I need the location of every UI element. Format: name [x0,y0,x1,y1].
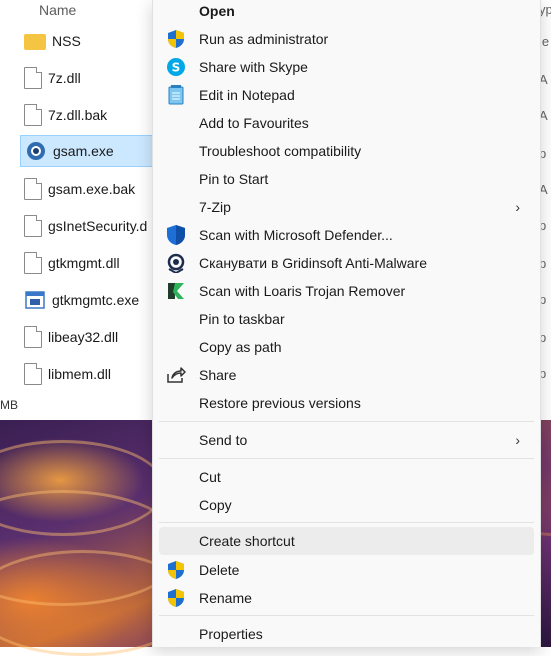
menu-item-7zip[interactable]: 7-Zip › [159,193,534,221]
folder-icon [24,34,46,50]
context-menu: Open Run as administrator S Share with S… [152,0,541,647]
file-row[interactable]: gsInetSecurity.d [20,210,160,242]
menu-separator [159,522,534,523]
menu-item-label: Pin to taskbar [199,311,285,327]
file-name: NSS [52,33,81,49]
menu-item-open[interactable]: Open [159,0,534,25]
file-name: gtkmgmt.dll [48,255,120,271]
menu-item-delete[interactable]: Delete [159,556,534,584]
file-row[interactable]: libmem.dll [20,358,160,390]
svg-text:S: S [172,61,181,75]
chevron-right-icon: › [515,199,520,215]
menu-item-label: Send to [199,432,248,448]
file-name: gsam.exe [53,143,114,159]
file-dll-icon [24,252,42,274]
menu-item-troubleshoot-compatibility[interactable]: Troubleshoot compatibility [159,137,534,165]
menu-item-add-to-favourites[interactable]: Add to Favourites [159,109,534,137]
menu-item-label: Open [199,3,235,19]
menu-item-label: Pin to Start [199,171,269,187]
file-row[interactable]: gtkmgmt.dll [20,247,160,279]
menu-item-label: Edit in Notepad [199,87,295,103]
share-icon [165,364,187,386]
menu-item-send-to[interactable]: Send to › [159,426,534,454]
uac-shield-icon [165,28,187,50]
menu-item-cut[interactable]: Cut [159,463,534,491]
status-selected-size: MB [0,398,18,412]
menu-item-label: Add to Favourites [199,115,309,131]
file-name: 7z.dll.bak [48,107,108,123]
menu-item-scan-gridinsoft[interactable]: Сканувати в Gridinsoft Anti-Malware [159,249,534,277]
menu-item-scan-loaris[interactable]: Scan with Loaris Trojan Remover [159,277,534,305]
menu-item-label: Cut [199,469,221,485]
menu-item-share-with-skype[interactable]: S Share with Skype [159,53,534,81]
gridinsoft-icon [165,252,187,274]
menu-item-label: Scan with Microsoft Defender... [199,227,393,243]
menu-item-label: Share [199,367,237,383]
menu-item-label: Scan with Loaris Trojan Remover [199,283,406,299]
menu-item-copy[interactable]: Copy [159,491,534,519]
menu-separator [159,421,534,422]
menu-item-label: Copy as path [199,339,282,355]
menu-item-label: Сканувати в Gridinsoft Anti-Malware [199,255,427,271]
file-row[interactable]: gsam.exe.bak [20,173,160,205]
chevron-right-icon: › [515,432,520,448]
file-name: gtkmgmtc.exe [52,292,140,308]
column-header-name[interactable]: Name [39,2,76,18]
menu-item-run-as-administrator[interactable]: Run as administrator [159,25,534,53]
menu-item-label: Troubleshoot compatibility [199,143,362,159]
menu-item-rename[interactable]: Rename [159,584,534,612]
menu-item-pin-to-taskbar[interactable]: Pin to taskbar [159,305,534,333]
menu-item-edit-in-notepad[interactable]: Edit in Notepad [159,81,534,109]
file-row[interactable]: 7z.dll [20,62,160,94]
menu-item-label: Properties [199,626,263,642]
file-row[interactable]: gtkmgmtc.exe [20,284,160,316]
file-row[interactable]: NSS [20,25,160,57]
menu-item-label: Copy [199,497,232,513]
file-name: gsInetSecurity.d [48,218,148,234]
menu-item-label: Share with Skype [199,59,308,75]
file-row[interactable]: libeay32.dll [20,321,160,353]
menu-separator [159,458,534,459]
file-name: gsam.exe.bak [48,181,136,197]
file-icon [24,104,42,126]
file-dll-icon [24,326,42,348]
menu-item-label: Create shortcut [199,533,295,549]
menu-item-scan-with-defender[interactable]: Scan with Microsoft Defender... [159,221,534,249]
file-name: 7z.dll [48,70,81,86]
menu-item-properties[interactable]: Properties [159,620,534,648]
menu-item-restore-previous-versions[interactable]: Restore previous versions [159,389,534,417]
file-dll-icon [24,363,42,385]
file-row-selected[interactable]: gsam.exe [20,135,154,167]
menu-item-share[interactable]: Share [159,361,534,389]
menu-item-label: Delete [199,562,240,578]
menu-item-label: Restore previous versions [199,395,361,411]
menu-separator [159,615,534,616]
menu-item-create-shortcut[interactable]: Create shortcut [159,527,534,555]
uac-shield-icon [165,559,187,581]
skype-icon: S [165,56,187,78]
file-name: libeay32.dll [48,329,119,345]
menu-item-copy-as-path[interactable]: Copy as path [159,333,534,361]
file-row[interactable]: 7z.dll.bak [20,99,160,131]
defender-icon [165,224,187,246]
file-name: libmem.dll [48,366,112,382]
notepad-icon [165,84,187,106]
menu-item-label: Rename [199,590,252,606]
gsam-app-icon [25,140,47,162]
app-window-icon [24,289,46,311]
file-icon [24,178,42,200]
loaris-icon [165,280,187,302]
menu-item-pin-to-start[interactable]: Pin to Start [159,165,534,193]
menu-item-label: 7-Zip [199,199,231,215]
file-dll-icon [24,67,42,89]
menu-item-label: Run as administrator [199,31,329,47]
file-dll-icon [24,215,42,237]
uac-shield-icon [165,587,187,609]
